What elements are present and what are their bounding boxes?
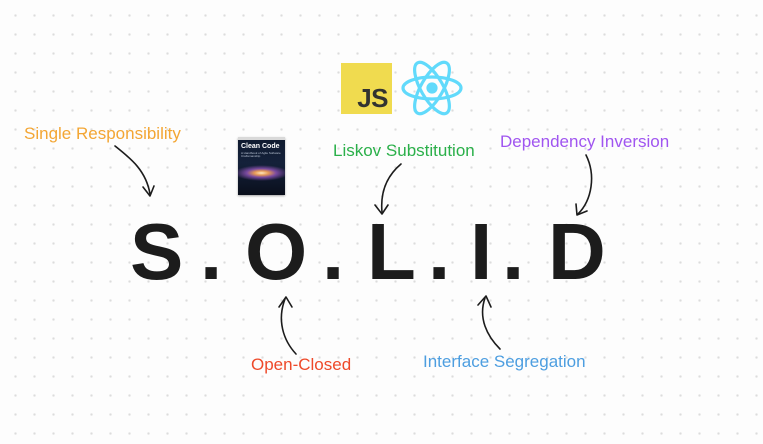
arrow-dependency-inversion bbox=[575, 154, 593, 216]
arrow-liskov-substitution bbox=[374, 163, 402, 215]
arrows-layer bbox=[114, 145, 593, 355]
arrow-single-responsibility bbox=[114, 145, 155, 197]
arrow-interface-segregation bbox=[477, 295, 501, 350]
arrow-open-closed bbox=[278, 296, 297, 355]
